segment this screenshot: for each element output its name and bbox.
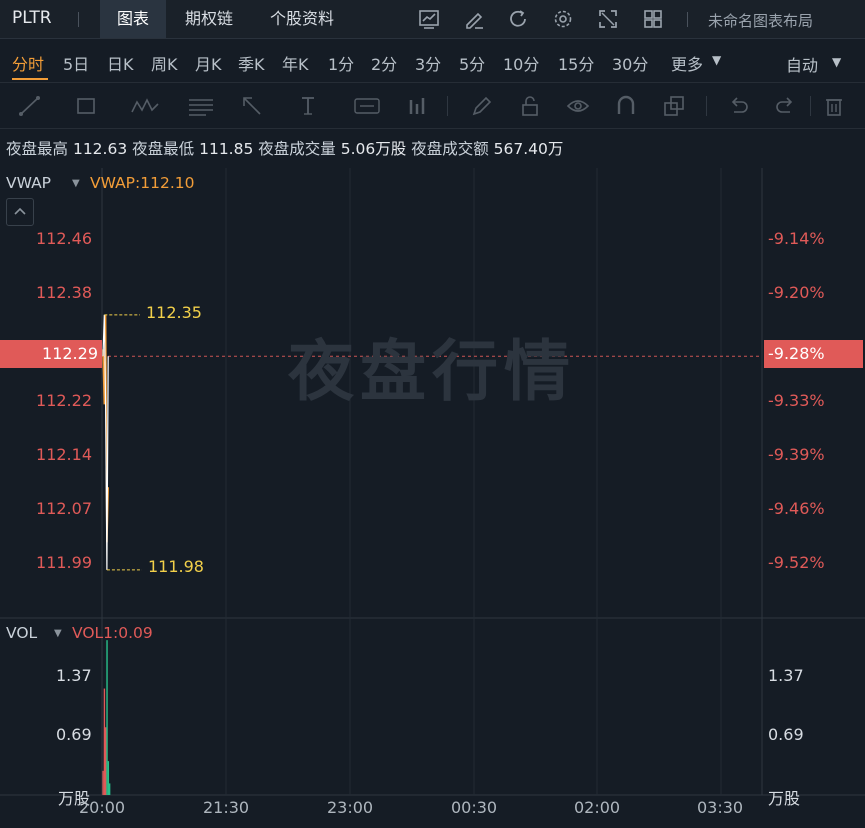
chevron-down-icon[interactable]: ▼ [54,628,62,639]
low-annotation: 111.98 [148,557,204,576]
percent-tick: -9.39% [768,445,825,464]
volume-bar [107,761,110,795]
volume-bar [102,770,104,795]
chevron-up-icon [14,207,26,215]
volume-tick: 1.37 [56,666,92,685]
high-annotation: 112.35 [146,303,202,322]
time-tick: 02:00 [574,798,621,817]
vwap-value: VWAP:112.10 [90,174,195,192]
price-tick: 112.14 [36,445,92,464]
volume-bar [106,640,108,795]
price-tick: 112.07 [36,499,92,518]
volume-value: VOL1:0.09 [72,624,153,642]
time-tick: 03:30 [697,798,744,817]
volume-bar [105,727,107,795]
volume-unit: 万股 [768,789,801,808]
volume-tick: 0.69 [56,725,92,744]
volume-bar [108,783,111,795]
time-tick: 21:30 [203,798,250,817]
percent-tick: -9.52% [768,553,825,572]
current-change-label: -9.28% [764,340,863,368]
collapse-indicator-button[interactable] [6,198,34,226]
percent-tick: -9.14% [768,229,825,248]
watermark-text: 夜盘行情 [288,333,576,410]
time-tick: 00:30 [451,798,498,817]
percent-tick: -9.33% [768,391,825,410]
price-tick: 112.22 [36,391,92,410]
chevron-down-icon[interactable]: ▼ [72,178,80,189]
chart-canvas[interactable] [0,0,865,828]
volume-indicator-label[interactable]: VOL [6,624,37,642]
volume-tick: 1.37 [768,666,804,685]
vwap-indicator-label[interactable]: VWAP [6,174,51,192]
time-tick: 20:00 [79,798,126,817]
current-price-label: 112.29 [0,340,102,368]
price-tick: 112.38 [36,283,92,302]
price-tick: 112.46 [36,229,92,248]
time-tick: 23:00 [327,798,374,817]
price-tick: 111.99 [36,553,92,572]
volume-tick: 0.69 [768,725,804,744]
volume-bar [103,688,106,795]
percent-tick: -9.20% [768,283,825,302]
percent-tick: -9.46% [768,499,825,518]
